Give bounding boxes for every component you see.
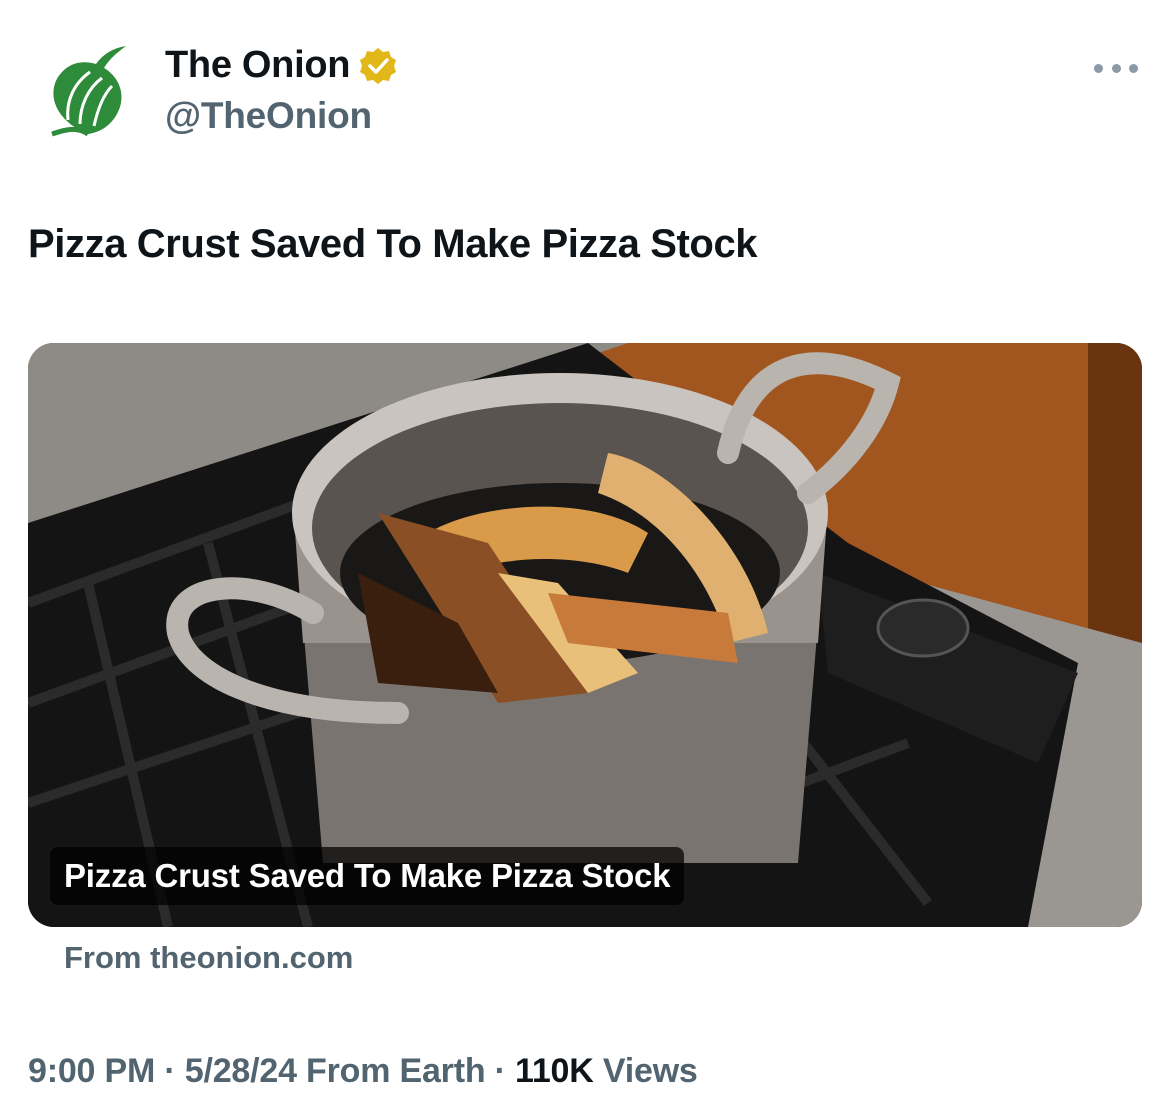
tweet-time[interactable]: 9:00 PM	[28, 1052, 155, 1090]
tweet-text: Pizza Crust Saved To Make Pizza Stock	[28, 222, 758, 266]
article-image	[28, 343, 1142, 927]
meta-separator: ·	[155, 1052, 185, 1090]
link-source[interactable]: From theonion.com	[64, 940, 353, 976]
verified-badge-icon	[360, 47, 397, 84]
display-name[interactable]: The Onion	[165, 44, 350, 87]
views-label: Views	[593, 1052, 698, 1090]
tweet-meta: 9:00 PM · 5/28/24 From Earth · 110K View…	[28, 1052, 698, 1091]
meta-separator: ·	[485, 1052, 516, 1090]
user-handle[interactable]: @TheOnion	[165, 95, 372, 137]
card-caption: Pizza Crust Saved To Make Pizza Stock	[50, 847, 685, 905]
avatar[interactable]	[38, 42, 138, 142]
more-options-icon[interactable]	[1094, 56, 1138, 80]
tweet-date[interactable]: 5/28/24	[185, 1052, 297, 1090]
tweet-location: From Earth	[296, 1052, 486, 1090]
views-count: 110K	[515, 1052, 594, 1090]
onion-logo-icon	[51, 46, 126, 137]
link-card[interactable]: Pizza Crust Saved To Make Pizza Stock	[28, 343, 1142, 927]
